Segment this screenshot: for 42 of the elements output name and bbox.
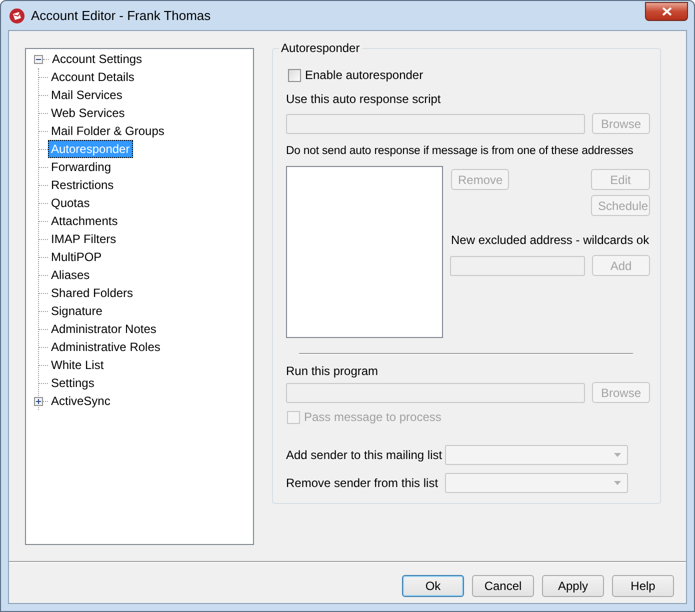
field-label: Remove sender from this list: [286, 476, 440, 490]
window-title: Account Editor - Frank Thomas: [31, 8, 211, 23]
expand-icon[interactable]: [34, 396, 43, 406]
tree-item[interactable]: Mail Folder & Groups: [48, 122, 168, 140]
field-label: Run this program: [286, 364, 380, 379]
tree-item[interactable]: Forwarding: [48, 158, 114, 176]
tree-item[interactable]: Settings: [48, 374, 98, 392]
tree-item[interactable]: Mail Services: [48, 86, 126, 104]
tree-item[interactable]: Shared Folders: [48, 284, 136, 302]
tree-item[interactable]: Administrator Notes: [48, 320, 160, 338]
tree-item[interactable]: White List: [48, 356, 107, 374]
tree-item[interactable]: Administrative Roles: [48, 338, 164, 356]
checkbox-label: Enable autoresponder: [305, 68, 424, 83]
close-icon: [662, 7, 672, 16]
tree-item[interactable]: Account Details: [48, 68, 138, 86]
field-label: Add sender to this mailing list: [286, 448, 444, 462]
field-label: Do not send auto response if message is from one of these addresses: [286, 144, 634, 159]
tree-item[interactable]: Quotas: [48, 194, 93, 212]
tree-item[interactable]: Account Settings: [49, 50, 146, 68]
address-list[interactable]: [286, 166, 443, 338]
checkbox[interactable]: [288, 69, 301, 82]
checkbox-label: Pass message to process: [304, 410, 442, 425]
tree-item[interactable]: Restrictions: [48, 176, 117, 194]
tree-item[interactable]: MultiPOP: [48, 248, 105, 266]
collapse-icon[interactable]: [34, 54, 43, 64]
dropdown-arrow-icon: [614, 453, 621, 457]
dropdown-arrow-icon: [614, 481, 621, 485]
field-label: Use this auto response script: [286, 92, 442, 107]
push-button[interactable]: Apply: [542, 575, 604, 597]
tree-item[interactable]: Web Services: [48, 104, 128, 122]
field-label: New excluded address - wildcards ok: [451, 233, 650, 248]
tree-item[interactable]: IMAP Filters: [48, 230, 120, 248]
push-button[interactable]: Cancel: [472, 575, 534, 597]
close-button[interactable]: [645, 2, 688, 21]
tree-item[interactable]: ActiveSync: [48, 392, 114, 410]
app-logo-icon: [9, 8, 25, 24]
push-button[interactable]: Ok: [402, 575, 464, 597]
group-title: Autoresponder: [279, 41, 362, 56]
tree-item[interactable]: Attachments: [48, 212, 121, 230]
tree-item[interactable]: Aliases: [48, 266, 93, 284]
tree-item[interactable]: Signature: [48, 302, 106, 320]
push-button[interactable]: Help: [612, 575, 674, 597]
